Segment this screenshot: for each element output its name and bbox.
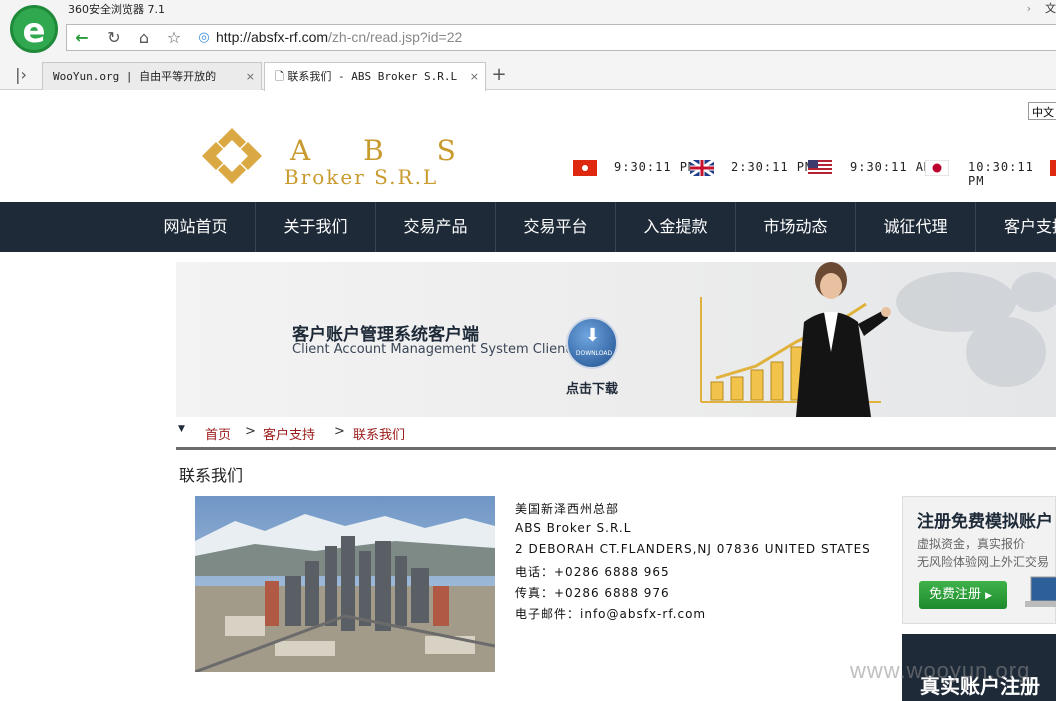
breadcrumb-separator: > <box>334 424 345 439</box>
clock-us: 9:30:11 AM <box>850 160 933 174</box>
star-icon[interactable]: ☆ <box>163 27 185 49</box>
nav-products[interactable]: 交易产品 <box>376 202 496 252</box>
promo-line-2: 无风险体验网上外汇交易 <box>917 555 1050 569</box>
main-nav: 网站首页 关于我们 交易产品 交易平台 入金提款 市场动态 诚征代理 客户支持 <box>0 202 1056 252</box>
close-icon[interactable]: × <box>470 63 479 90</box>
watermark: www.wooyun.org <box>850 658 1031 683</box>
address-bar[interactable]: ← ↻ ⌂ ☆ ◎ http://absfx-rf.com/zh-cn/read… <box>66 24 1056 51</box>
back-arrow-icon[interactable]: ← <box>71 27 93 49</box>
sidebar-toggle-icon[interactable]: |› <box>10 64 32 86</box>
laptop-icon <box>1025 576 1056 607</box>
window-menu-text[interactable]: › 文 <box>1027 0 1056 16</box>
nav-platform[interactable]: 交易平台 <box>496 202 616 252</box>
city-skyline-image <box>195 496 495 672</box>
contact-address: 2 DEBORAH CT.FLANDERS,NJ 07836 UNITED ST… <box>515 542 871 556</box>
hk-flag-icon <box>573 160 597 176</box>
url-host: http://absfx-rf.com <box>216 29 329 45</box>
demo-account-promo[interactable]: 注册免费模拟账户 虚拟资金，真实报价 无风险体验网上外汇交易 免费注册 ▶ <box>902 496 1056 624</box>
free-register-button[interactable]: 免费注册 ▶ <box>919 581 1007 609</box>
contact-fax: 传真：+0286 6888 976 <box>515 586 670 600</box>
brand-subtitle: Broker S.R.L <box>284 165 439 189</box>
tab-label: WooYun.org | 自由平等开放的 <box>53 70 217 83</box>
breadcrumb-support[interactable]: 客户支持 <box>263 424 315 443</box>
clock-uk: 2:30:11 PM <box>731 160 814 174</box>
nav-support[interactable]: 客户支持 <box>976 202 1056 252</box>
breadcrumb-separator: > <box>245 424 256 439</box>
refresh-icon[interactable]: ↻ <box>103 27 125 49</box>
browser-logo-icon: e <box>10 5 58 53</box>
breadcrumb-current: 联系我们 <box>353 428 406 443</box>
clock-hk: 9:30:11 PM <box>614 160 697 174</box>
page-icon: 🗋 <box>275 70 288 83</box>
home-icon[interactable]: ⌂ <box>133 27 155 49</box>
url-path: /zh-cn/read.jsp?id=22 <box>328 29 463 45</box>
brand-logo-icon <box>202 128 262 184</box>
caret-down-icon: ▼ <box>178 424 185 434</box>
jp-flag-icon <box>925 160 949 176</box>
nav-about[interactable]: 关于我们 <box>256 202 376 252</box>
contact-company: ABS Broker S.R.L <box>515 521 632 535</box>
tab-wooyun[interactable]: WooYun.org | 自由平等开放的 × <box>42 62 262 90</box>
contact-office: 美国新泽西州总部 <box>515 502 620 516</box>
nav-home[interactable]: 网站首页 <box>136 202 256 252</box>
brand-name: A B S <box>290 134 478 167</box>
new-tab-plus-icon[interactable]: + <box>488 64 510 86</box>
flag-partial-icon <box>1050 160 1056 176</box>
contact-email[interactable]: 电子邮件：info@absfx-rf.com <box>515 605 706 622</box>
us-flag-icon <box>808 160 832 176</box>
tab-label: 联系我们 - ABS Broker S.R.L <box>287 70 458 83</box>
nav-market[interactable]: 市场动态 <box>736 202 856 252</box>
url-text[interactable]: http://absfx-rf.com/zh-cn/read.jsp?id=22 <box>216 29 462 45</box>
nav-deposit[interactable]: 入金提款 <box>616 202 736 252</box>
close-icon[interactable]: × <box>246 63 255 90</box>
page-title: 联系我们 <box>179 466 244 485</box>
language-select[interactable]: 中文 <box>1028 102 1056 120</box>
download-icon[interactable]: ⬇ DOWNLOAD <box>566 317 618 369</box>
uk-flag-icon <box>690 160 714 176</box>
chevron-right-icon: ▶ <box>985 591 993 601</box>
site-globe-icon: ◎ <box>198 30 210 45</box>
banner-title-en: Client Account Management System Client <box>292 342 571 357</box>
nav-agent[interactable]: 诚征代理 <box>856 202 976 252</box>
download-banner[interactable]: 客户账户管理系统客户端 Client Account Management Sy… <box>176 262 1056 417</box>
tab-contact[interactable]: 🗋 联系我们 - ABS Broker S.R.L × <box>264 62 486 91</box>
contact-phone: 电话：+0286 6888 965 <box>515 565 670 579</box>
download-label[interactable]: 点击下载 <box>566 378 618 397</box>
promo-line-1: 虚拟资金，真实报价 <box>917 537 1026 551</box>
breadcrumb: ▼ 首页 > 客户支持 > 联系我们 <box>176 424 1056 450</box>
businesswoman-image <box>796 262 891 417</box>
promo-title: 注册免费模拟账户 <box>917 512 1053 532</box>
app-title: 360安全浏览器 7.1 <box>68 3 165 16</box>
tab-strip: |› WooYun.org | 自由平等开放的 × 🗋 联系我们 - ABS B… <box>0 60 1056 91</box>
clock-jp: 10:30:11 PM <box>968 160 1034 188</box>
arrow-down-icon: ⬇ <box>585 325 601 346</box>
browser-chrome: e 360安全浏览器 7.1 › 文 ← ↻ ⌂ ☆ ◎ http://absfx… <box>0 0 1056 91</box>
breadcrumb-home[interactable]: 首页 <box>205 424 231 443</box>
